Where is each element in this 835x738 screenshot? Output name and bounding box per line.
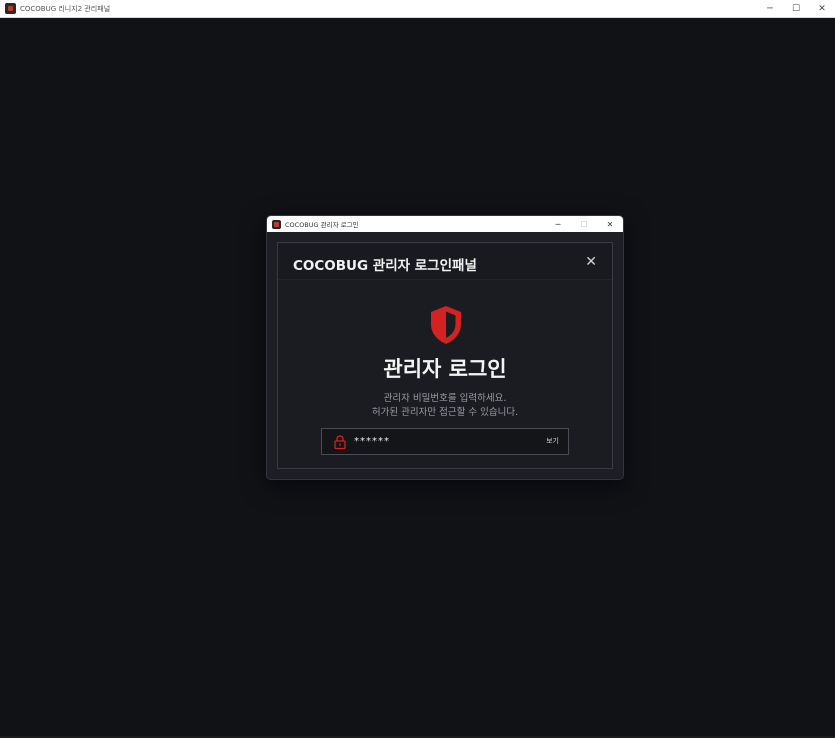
shield-icon	[431, 306, 461, 344]
dialog-close-button[interactable]: ✕	[597, 216, 623, 232]
dialog-app-icon	[272, 219, 281, 229]
panel-header: COCOBUG 관리자 로그인패널 ✕	[278, 243, 612, 280]
panel-title: COCOBUG 관리자 로그인패널	[293, 258, 477, 274]
dialog-titlebar: COCOBUG 관리자 로그인 ─ ☐ ✕	[267, 216, 623, 232]
password-field[interactable]: ****** 보기	[321, 428, 569, 455]
dialog-title: COCOBUG 관리자 로그인	[285, 221, 359, 229]
login-panel: COCOBUG 관리자 로그인패널 ✕ 관리자 로그인 관리자 비밀번호를 입력…	[277, 242, 613, 469]
close-button[interactable]: ✕	[809, 0, 835, 18]
dialog-minimize-button[interactable]: ─	[545, 216, 571, 232]
main-window-title: COCOBUG 리니지2 관리패널	[20, 4, 111, 13]
main-window-controls: ─ ☐ ✕	[757, 0, 835, 18]
login-description-line1: 관리자 비밀번호를 입력하세요.	[383, 393, 507, 404]
lock-icon	[334, 435, 346, 449]
login-description-line2: 허가된 관리자만 접근할 수 있습니다.	[371, 407, 519, 418]
minimize-button[interactable]: ─	[757, 0, 783, 18]
login-dialog: COCOBUG 관리자 로그인 ─ ☐ ✕ COCOBUG 관리자 로그인패널 …	[266, 215, 624, 480]
main-titlebar: COCOBUG 리니지2 관리패널 ─ ☐ ✕	[0, 0, 835, 18]
show-password-button[interactable]: 보기	[546, 436, 559, 446]
login-heading: 관리자 로그인	[383, 357, 507, 381]
password-input[interactable]: ******	[354, 436, 390, 447]
app-icon	[5, 3, 16, 14]
dialog-maximize-button: ☐	[580, 219, 588, 229]
panel-close-icon[interactable]: ✕	[585, 255, 597, 269]
dialog-window-controls: ─ ☐ ✕	[545, 216, 623, 232]
maximize-button[interactable]: ☐	[783, 0, 809, 18]
